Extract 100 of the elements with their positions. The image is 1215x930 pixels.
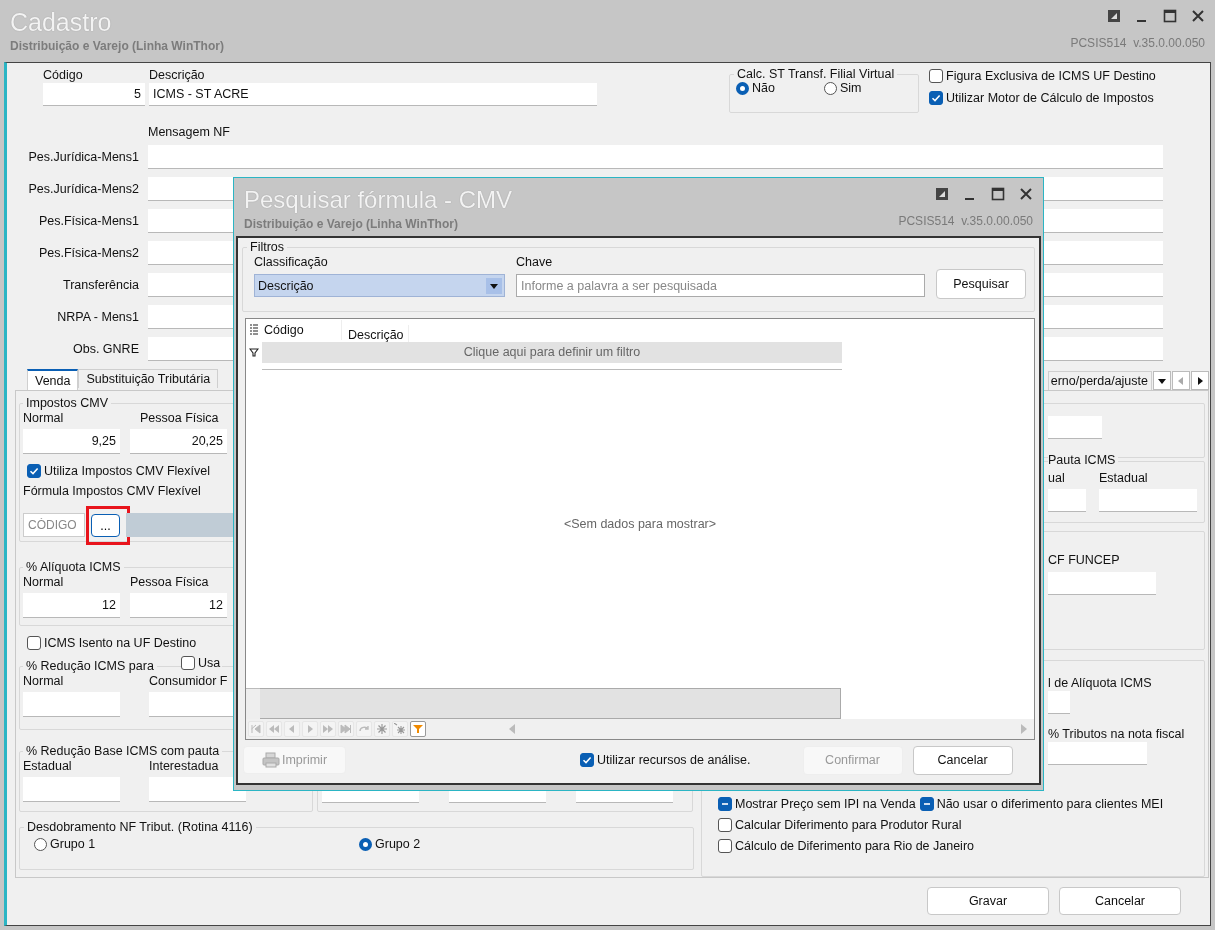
action-button[interactable]: Cancelar — [1059, 887, 1181, 915]
field-label: Normal — [23, 574, 65, 590]
field-label: Chave — [516, 254, 554, 270]
field-label: Normal — [23, 410, 65, 426]
next-button[interactable] — [302, 721, 318, 737]
prev-page-button[interactable] — [266, 721, 282, 737]
checkbox[interactable]: Utilizar Motor de Cálculo de Impostos — [929, 91, 1156, 105]
checkbox[interactable]: Utiliza Impostos CMV Flexível — [27, 464, 309, 478]
maximize-icon[interactable] — [1163, 9, 1177, 23]
checkbox[interactable]: Cálculo de Diferimento para Rio de Janeiro — [718, 839, 974, 853]
prev-page-icon — [268, 723, 280, 735]
restore-icon[interactable] — [1107, 9, 1121, 23]
number-field[interactable]: 12 — [23, 593, 120, 618]
scroll-right-button[interactable] — [1191, 371, 1209, 390]
left-arrow-icon — [1176, 375, 1186, 386]
checkbox[interactable]: ICMS Isento na UF Destino — [27, 636, 313, 650]
check-icon — [28, 465, 40, 477]
checkbox[interactable]: Figura Exclusiva de ICMS UF Destino — [929, 69, 1156, 83]
code-field[interactable]: 5 — [43, 83, 145, 106]
asterisk-button[interactable] — [374, 721, 390, 737]
radio-option[interactable]: Sim — [824, 81, 862, 95]
check-icon — [581, 754, 593, 766]
checkbox[interactable]: Calcular Diferimento para Produtor Rural — [718, 818, 962, 832]
field-label: Pessoa Física — [139, 410, 220, 426]
asterisk-icon — [376, 723, 388, 735]
printer-icon — [261, 752, 280, 768]
section-title: Mensagem NF — [148, 125, 231, 141]
tab[interactable]: Substituição Tributária — [78, 369, 219, 388]
right-arrow-icon — [1195, 375, 1205, 386]
field-label: Estadual — [23, 758, 73, 774]
number-field[interactable] — [1048, 742, 1147, 765]
number-field[interactable] — [1048, 571, 1156, 595]
close-icon[interactable] — [1019, 187, 1033, 201]
close-icon[interactable] — [1191, 9, 1205, 23]
window-subtitle: Distribuição e Varejo (Linha WinThor) — [10, 39, 224, 53]
classification-dropdown[interactable]: Descrição — [254, 274, 505, 297]
field-label: Fórmula Impostos CMV Flexível — [23, 483, 202, 499]
code-field[interactable]: CÓDIGO — [23, 512, 85, 537]
prev-button[interactable] — [284, 721, 300, 737]
field-label: NRPA - Mens1 — [56, 310, 139, 324]
action-button[interactable]: Gravar — [927, 887, 1049, 915]
cancel-button[interactable]: Cancelar — [912, 745, 1013, 775]
number-field[interactable] — [23, 777, 120, 802]
field-label: Pes.Jurídica-Mens2 — [27, 182, 139, 196]
field-label: Pes.Física-Mens1 — [37, 214, 139, 228]
next-page-button[interactable] — [320, 721, 336, 737]
description-field[interactable]: ICMS - ST ACRE — [149, 83, 597, 106]
version-label: PCSIS514 v.35.0.00.050 — [898, 214, 1033, 228]
field-label: Pes.Física-Mens2 — [37, 246, 139, 260]
group-title: % Alíquota ICMS — [25, 560, 122, 574]
checkbox[interactable]: Usa — [181, 656, 223, 670]
number-field[interactable] — [1099, 488, 1197, 512]
group-title: Calc. ST Transf. Filial Virtual — [736, 67, 896, 81]
checkbox[interactable]: Utilizar recursos de análise. — [580, 753, 751, 767]
field-label: Pes.Jurídica-Mens1 — [27, 150, 139, 164]
group-title: Pauta ICMS — [1048, 452, 1119, 467]
empty-message: <Sem dados para mostrar> — [563, 517, 717, 531]
group-title: Impostos CMV — [25, 396, 109, 410]
number-field[interactable]: 9,25 — [23, 429, 120, 454]
message-field[interactable] — [148, 145, 1163, 169]
check-icon — [930, 92, 942, 104]
asterisk-arrow-button[interactable] — [392, 721, 408, 737]
group-title: Desdobramento NF Tribut. (Rotina 4116) — [26, 820, 254, 834]
last-button[interactable] — [338, 721, 354, 737]
lookup-button[interactable]: ... — [91, 514, 120, 537]
scroll-left-arrow[interactable] — [508, 724, 516, 734]
scroll-right-arrow[interactable] — [1020, 724, 1028, 734]
number-field[interactable] — [149, 777, 246, 802]
field-label: Descrição — [149, 67, 206, 83]
refresh-button[interactable] — [356, 721, 372, 737]
radio-option[interactable]: Grupo 2 — [359, 837, 421, 851]
tab[interactable]: Venda — [27, 369, 79, 390]
first-icon — [250, 723, 262, 735]
number-field[interactable]: 12 — [130, 593, 227, 618]
field-label: Consumidor F — [149, 673, 229, 689]
number-field[interactable] — [1048, 488, 1086, 512]
first-button[interactable] — [248, 721, 264, 737]
restore-icon[interactable] — [935, 187, 949, 201]
tab-list-button[interactable] — [1153, 371, 1171, 390]
number-field[interactable] — [1048, 691, 1070, 714]
radio-option[interactable]: Grupo 1 — [34, 837, 359, 851]
number-field[interactable]: 20,25 — [130, 429, 227, 454]
dialog-subtitle: Distribuição e Varejo (Linha WinThor) — [244, 217, 459, 231]
radio-option[interactable]: Não — [736, 81, 824, 95]
column-chooser-icon[interactable] — [249, 324, 259, 336]
filter-icon — [412, 723, 424, 735]
filter-row[interactable]: Clique aqui para definir um filtro — [262, 341, 842, 363]
search-button[interactable]: Pesquisar — [936, 269, 1026, 299]
checkbox[interactable]: Mostrar Preço sem IPI na Venda — [718, 797, 916, 811]
field-label: l de Alíquota ICMS — [1048, 675, 1152, 691]
number-field[interactable] — [23, 692, 120, 717]
last-icon — [340, 723, 352, 735]
checkbox[interactable]: Não usar o diferimento para clientes MEI — [919, 797, 1164, 811]
tab[interactable]: erno/perda/ajuste — [1047, 371, 1152, 390]
search-field[interactable]: Informe a palavra a ser pesquisada — [516, 274, 925, 297]
number-field[interactable] — [1048, 416, 1102, 439]
group-title: Filtros — [249, 240, 286, 254]
column-header[interactable]: Código — [262, 320, 342, 340]
filter-button[interactable] — [410, 721, 426, 737]
maximize-icon[interactable] — [991, 187, 1005, 201]
